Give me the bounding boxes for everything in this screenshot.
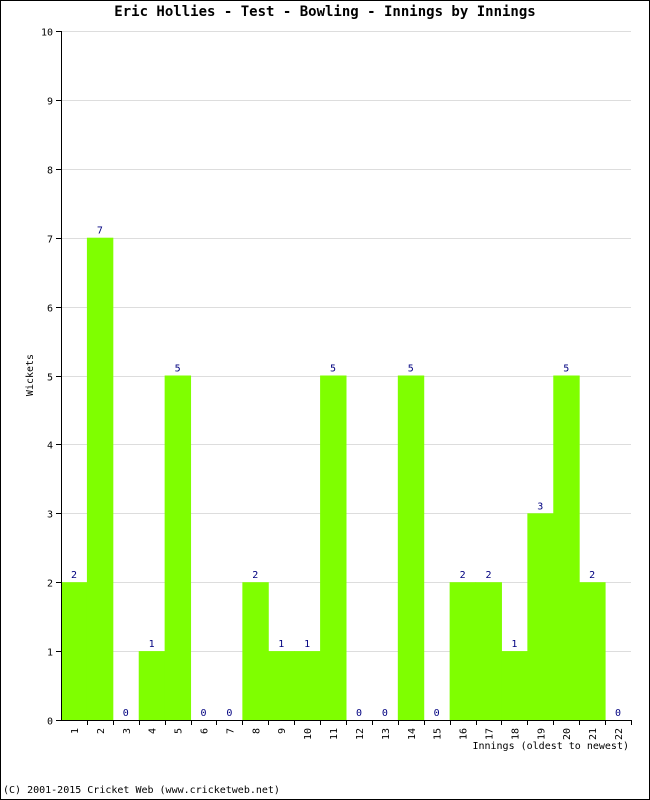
y-tick-label: 9 xyxy=(47,97,53,108)
x-tick-label: 3 xyxy=(122,728,133,734)
data-label: 2 xyxy=(485,570,491,581)
y-tick-label: 7 xyxy=(47,235,53,246)
bar xyxy=(320,375,347,720)
x-tick-label: 6 xyxy=(200,728,211,734)
data-label: 2 xyxy=(589,570,595,581)
x-tick-label: 11 xyxy=(329,728,340,740)
x-tick-label: 21 xyxy=(588,728,599,740)
data-label: 0 xyxy=(615,708,621,719)
bar xyxy=(553,375,580,720)
data-label: 1 xyxy=(304,639,310,650)
bar xyxy=(268,651,295,720)
data-label: 2 xyxy=(460,570,466,581)
data-label: 0 xyxy=(356,708,362,719)
y-tick-label: 0 xyxy=(47,717,53,728)
y-tick-label: 1 xyxy=(47,648,53,659)
y-tick-label: 3 xyxy=(47,510,53,521)
data-label: 5 xyxy=(330,364,336,375)
data-label: 5 xyxy=(563,364,569,375)
y-tick-label: 5 xyxy=(47,373,53,384)
x-tick-label: 2 xyxy=(96,728,107,734)
x-tick-label: 8 xyxy=(251,728,262,734)
data-label: 7 xyxy=(97,226,103,237)
data-label: 1 xyxy=(149,639,155,650)
bar xyxy=(242,582,269,720)
bar xyxy=(164,375,192,720)
data-label: 0 xyxy=(226,708,232,719)
bar xyxy=(294,651,321,720)
bar xyxy=(579,582,606,720)
bar xyxy=(501,651,528,720)
y-axis-title: Wickets xyxy=(25,354,36,396)
x-tick-label: 1 xyxy=(70,728,81,734)
y-tick-label: 4 xyxy=(47,441,53,452)
x-tick-label: 10 xyxy=(303,728,314,740)
bar-chart: 0123456789102172031455060728191105110120… xyxy=(25,28,632,752)
y-tick-label: 6 xyxy=(47,304,53,315)
x-tick-label: 4 xyxy=(148,728,159,734)
bar xyxy=(397,375,425,720)
x-tick-label: 18 xyxy=(510,728,521,740)
bar xyxy=(61,582,88,720)
x-axis-title: Innings (oldest to newest) xyxy=(472,741,629,752)
x-tick-label: 13 xyxy=(381,728,392,740)
x-tick-label: 20 xyxy=(562,728,573,740)
data-label: 0 xyxy=(123,708,129,719)
y-tick-label: 2 xyxy=(47,579,53,590)
bar xyxy=(449,582,477,720)
data-label: 2 xyxy=(71,570,77,581)
x-tick-label: 7 xyxy=(225,728,236,734)
y-tick-label: 8 xyxy=(47,166,53,177)
x-tick-label: 16 xyxy=(459,728,470,740)
x-tick-label: 19 xyxy=(536,728,547,740)
x-tick-label: 14 xyxy=(407,728,418,740)
copyright-text: (C) 2001-2015 Cricket Web (www.cricketwe… xyxy=(3,785,280,796)
data-label: 5 xyxy=(408,364,414,375)
x-tick-label: 12 xyxy=(355,728,366,740)
data-label: 0 xyxy=(200,708,206,719)
data-label: 1 xyxy=(278,639,284,650)
data-label: 3 xyxy=(537,501,543,512)
x-tick-label: 15 xyxy=(433,728,444,740)
bar xyxy=(86,237,114,720)
y-tick-label: 10 xyxy=(41,28,53,39)
data-label: 2 xyxy=(252,570,258,581)
x-tick-label: 22 xyxy=(614,728,625,740)
x-tick-label: 9 xyxy=(277,728,288,734)
data-label: 1 xyxy=(511,639,517,650)
bar xyxy=(475,582,502,720)
bar xyxy=(527,513,554,720)
x-tick-label: 17 xyxy=(485,728,496,740)
bar xyxy=(138,651,166,720)
data-label: 0 xyxy=(434,708,440,719)
x-tick-label: 5 xyxy=(174,728,185,734)
data-label: 0 xyxy=(382,708,388,719)
data-label: 5 xyxy=(175,364,181,375)
